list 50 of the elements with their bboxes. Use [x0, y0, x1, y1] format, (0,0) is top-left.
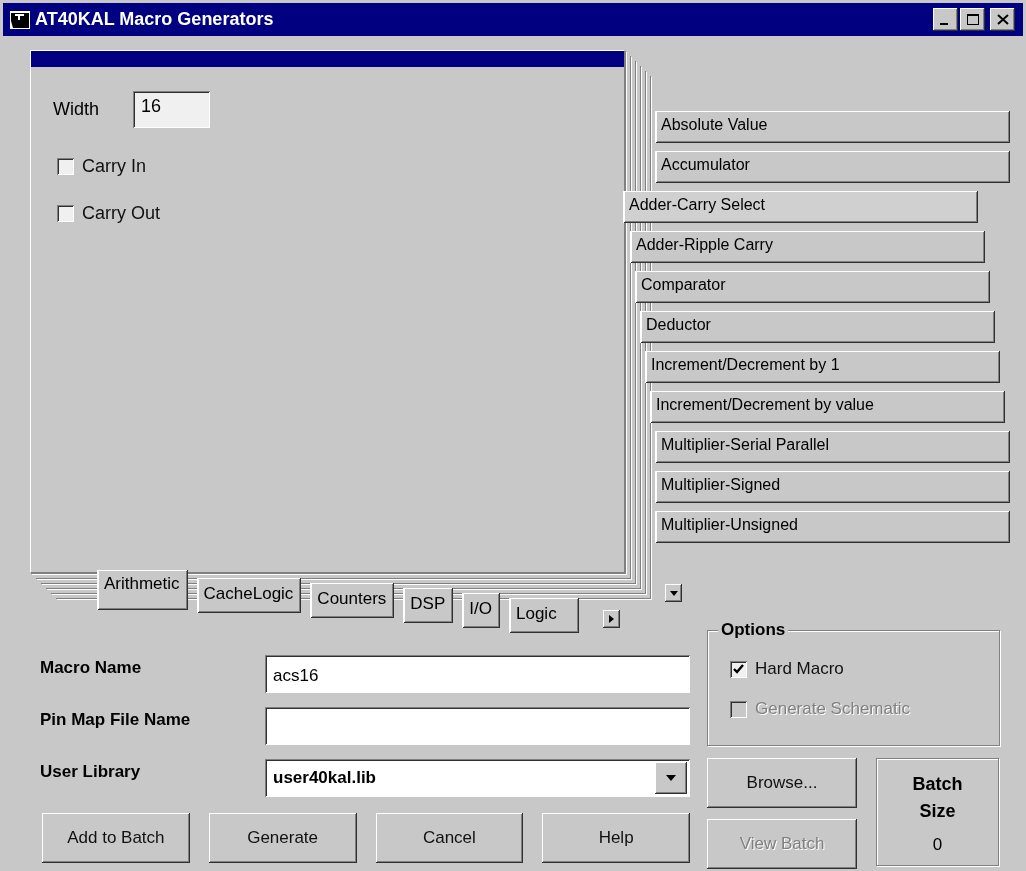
group-title: Options: [718, 620, 789, 640]
minimize-button[interactable]: [933, 8, 958, 31]
minimize-icon: [940, 23, 948, 25]
category-tab[interactable]: I/O: [462, 593, 500, 628]
macro-tab[interactable]: Multiplier-Signed: [655, 471, 1010, 503]
checkbox-label: Generate Schematic: [755, 699, 910, 719]
window-title: AT40KAL Macro Generators: [35, 9, 275, 30]
macro-tab[interactable]: Adder-Carry Select: [623, 191, 978, 223]
width-field[interactable]: 16: [133, 91, 210, 128]
push-button[interactable]: Help: [542, 813, 690, 863]
input-field[interactable]: acs16: [265, 655, 690, 693]
scroll-right-icon[interactable]: [603, 610, 620, 628]
checkbox-label: Carry Out: [82, 203, 160, 224]
macro-tab[interactable]: Multiplier-Unsigned: [655, 511, 1010, 543]
batch-size-value: 0: [932, 835, 943, 855]
field-label: Macro Name: [40, 658, 143, 678]
batch-size-label: Batch Size: [911, 773, 964, 823]
macro-tab[interactable]: Absolute Value: [655, 111, 1010, 143]
category-tab[interactable]: Logic: [509, 598, 579, 633]
category-tab[interactable]: Counters: [310, 583, 395, 618]
push-button[interactable]: Generate: [208, 813, 357, 863]
app-icon: [9, 8, 31, 31]
macro-tab[interactable]: Increment/Decrement by value: [650, 391, 1005, 423]
macro-tab[interactable]: Comparator: [635, 271, 990, 303]
checkbox[interactable]: [57, 158, 74, 175]
input-field[interactable]: [265, 707, 690, 745]
checkbox-label: Hard Macro: [755, 659, 844, 679]
macro-tab[interactable]: Increment/Decrement by 1: [645, 351, 1000, 383]
field-label: User Library: [40, 762, 142, 782]
field-label: Width: [53, 99, 99, 120]
maximize-icon: [965, 13, 980, 26]
push-button: View Batch: [707, 819, 857, 869]
macro-tab[interactable]: Multiplier-Serial Parallel: [655, 431, 1010, 463]
checkbox[interactable]: [730, 660, 747, 678]
category-tab[interactable]: Arithmetic: [97, 570, 188, 610]
close-icon: [996, 14, 1009, 25]
macro-tab[interactable]: Adder-Ripple Carry: [630, 231, 985, 263]
checkbox-label: Carry In: [82, 156, 146, 177]
field-label: Pin Map File Name: [40, 710, 192, 730]
dropdown-field[interactable]: user40kal.lib: [265, 759, 690, 797]
macro-tab[interactable]: Deductor: [640, 311, 995, 343]
push-button[interactable]: Add to Batch: [42, 813, 190, 863]
push-button[interactable]: Browse...: [707, 758, 857, 808]
category-tab[interactable]: CacheLogic: [196, 578, 302, 613]
category-tab[interactable]: DSP: [403, 588, 454, 623]
push-button[interactable]: Cancel: [375, 813, 524, 863]
maximize-button[interactable]: [960, 8, 985, 31]
checkbox[interactable]: [57, 205, 74, 222]
close-button[interactable]: [990, 8, 1015, 31]
macro-tab[interactable]: Accumulator: [655, 151, 1010, 183]
